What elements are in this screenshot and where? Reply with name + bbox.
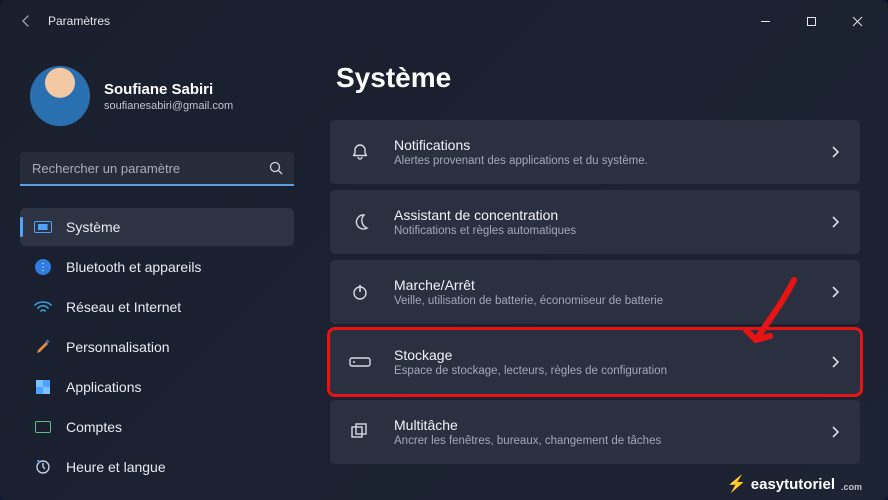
minimize-icon — [760, 16, 771, 27]
nav-label: Comptes — [66, 419, 122, 435]
nav-bluetooth[interactable]: ⋮ Bluetooth et appareils — [20, 248, 294, 286]
chevron-right-icon — [831, 355, 840, 369]
card-title: Assistant de concentration — [394, 207, 811, 223]
window-body: Soufiane Sabiri soufianesabiri@gmail.com… — [0, 42, 888, 500]
nav-apps[interactable]: Applications — [20, 368, 294, 406]
chevron-right-icon — [831, 215, 840, 229]
card-multitask[interactable]: Multitâche Ancrer les fenêtres, bureaux,… — [330, 400, 860, 464]
apps-icon — [34, 378, 52, 396]
watermark: ⚡ easytutoriel .com — [727, 474, 862, 494]
card-title: Stockage — [394, 347, 811, 363]
nav: Système ⋮ Bluetooth et appareils Réseau … — [20, 208, 294, 486]
multitask-icon — [346, 422, 374, 442]
nav-label: Personnalisation — [66, 339, 170, 355]
card-storage[interactable]: Stockage Espace de stockage, lecteurs, r… — [330, 330, 860, 394]
page-title: Système — [330, 62, 860, 94]
clock-icon — [34, 458, 52, 476]
card-subtitle: Ancrer les fenêtres, bureaux, changement… — [394, 435, 811, 447]
settings-list: Notifications Alertes provenant des appl… — [330, 120, 860, 464]
card-notifications[interactable]: Notifications Alertes provenant des appl… — [330, 120, 860, 184]
profile-block[interactable]: Soufiane Sabiri soufianesabiri@gmail.com — [20, 66, 294, 126]
card-subtitle: Espace de stockage, lecteurs, règles de … — [394, 365, 811, 377]
main-content: Système Notifications Alertes provenant … — [310, 42, 888, 500]
brush-icon — [34, 338, 52, 356]
card-subtitle: Veille, utilisation de batterie, économi… — [394, 295, 811, 307]
chevron-right-icon — [831, 425, 840, 439]
profile-email: soufianesabiri@gmail.com — [104, 100, 233, 112]
nav-personalization[interactable]: Personnalisation — [20, 328, 294, 366]
nav-label: Système — [66, 219, 120, 235]
settings-window: Paramètres Soufiane Sabiri soufianesabir… — [0, 0, 888, 500]
card-subtitle: Notifications et règles automatiques — [394, 225, 811, 237]
card-focus-assist[interactable]: Assistant de concentration Notifications… — [330, 190, 860, 254]
nav-network[interactable]: Réseau et Internet — [20, 288, 294, 326]
close-icon — [852, 16, 863, 27]
window-title: Paramètres — [48, 14, 110, 28]
chevron-right-icon — [831, 145, 840, 159]
wifi-icon — [34, 298, 52, 316]
nav-time[interactable]: Heure et langue — [20, 448, 294, 486]
arrow-left-icon — [19, 14, 33, 28]
accounts-icon — [34, 418, 52, 436]
bluetooth-icon: ⋮ — [34, 258, 52, 276]
watermark-suffix: .com — [841, 482, 862, 492]
search-icon — [268, 160, 284, 176]
card-subtitle: Alertes provenant des applications et du… — [394, 155, 811, 167]
bolt-icon: ⚡ — [727, 474, 747, 494]
nav-accounts[interactable]: Comptes — [20, 408, 294, 446]
card-title: Marche/Arrêt — [394, 277, 811, 293]
card-power[interactable]: Marche/Arrêt Veille, utilisation de batt… — [330, 260, 860, 324]
power-icon — [346, 282, 374, 302]
watermark-text: easytutoriel — [751, 476, 835, 493]
minimize-button[interactable] — [742, 5, 788, 37]
storage-icon — [346, 355, 374, 369]
window-controls — [742, 5, 880, 37]
nav-label: Applications — [66, 379, 142, 395]
search-input[interactable] — [20, 152, 294, 186]
bell-icon — [346, 142, 374, 162]
card-title: Multitâche — [394, 417, 811, 433]
sidebar: Soufiane Sabiri soufianesabiri@gmail.com… — [0, 42, 310, 500]
search-box — [20, 152, 294, 186]
close-button[interactable] — [834, 5, 880, 37]
display-icon — [34, 218, 52, 236]
back-button[interactable] — [8, 3, 44, 39]
nav-system[interactable]: Système — [20, 208, 294, 246]
nav-label: Heure et langue — [66, 459, 166, 475]
nav-label: Réseau et Internet — [66, 299, 181, 315]
chevron-right-icon — [831, 285, 840, 299]
maximize-button[interactable] — [788, 5, 834, 37]
nav-label: Bluetooth et appareils — [66, 259, 201, 275]
card-title: Notifications — [394, 137, 811, 153]
profile-name: Soufiane Sabiri — [104, 81, 233, 98]
moon-icon — [346, 212, 374, 232]
titlebar: Paramètres — [0, 0, 888, 42]
maximize-icon — [806, 16, 817, 27]
avatar — [30, 66, 90, 126]
